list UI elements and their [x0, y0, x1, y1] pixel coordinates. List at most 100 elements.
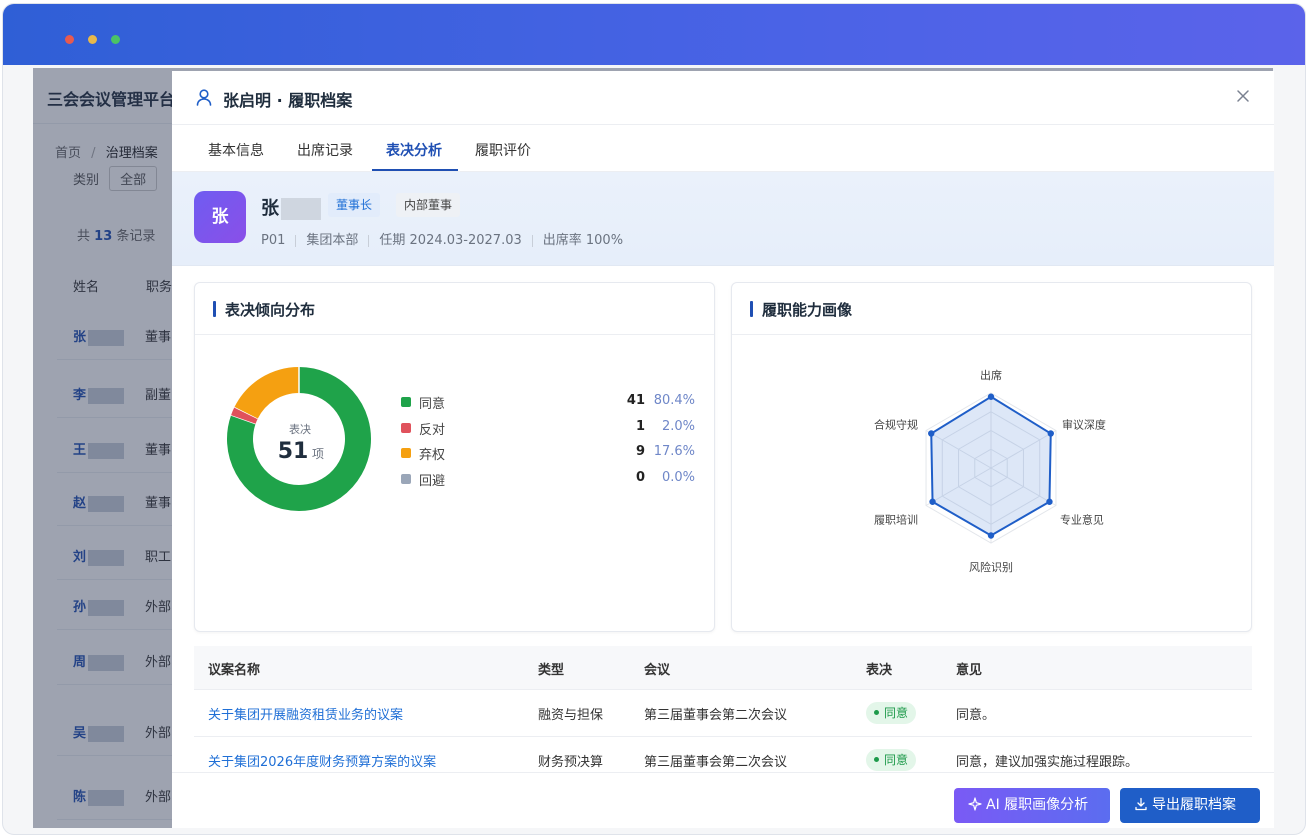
donut-slice-2	[234, 367, 300, 420]
tab-basic-info[interactable]: 基本信息	[208, 140, 264, 160]
director-type-tag: 内部董事	[396, 193, 461, 217]
radar-point-2	[1046, 498, 1053, 505]
profile-name-initial: 张	[261, 198, 279, 219]
sparkle-icon	[968, 797, 982, 811]
legend-label: 回避	[419, 473, 446, 489]
th-meeting: 会议	[644, 663, 671, 678]
motion-link[interactable]: 关于集团2026年度财务预算方案的议案	[208, 751, 436, 770]
legend-swatch	[401, 397, 411, 407]
drawer-footer: AI 履职画像分析 导出履职档案	[172, 772, 1274, 828]
capability-radar-chart: 出席审议深度专业意见风险识别 履职培训 合规守规	[874, 368, 1106, 574]
profile-drawer: 张启明 · 履职档案 基本信息 出席记录 表决分析 履职评价 张 张 董事长 内…	[172, 71, 1274, 828]
radar-axis-label: 审议深度	[1062, 418, 1106, 432]
th-type: 类型	[538, 663, 565, 678]
meta-term: 任期 2024.03-2027.03	[379, 233, 522, 248]
radar-axis-label: 专业意见	[1060, 513, 1104, 527]
legend-item: 同意 41 80.4%	[401, 393, 701, 412]
drawer-header: 张启明 · 履职档案	[172, 71, 1274, 125]
profile-meta: P01 集团本部 任期 2024.03-2027.03 出席率 100%	[261, 229, 623, 248]
motion-meeting: 第三届董事会第二次会议	[644, 755, 788, 770]
meta-org: 集团本部	[306, 233, 359, 248]
legend-swatch	[401, 422, 411, 433]
legend-item: 弃权 9 17.6%	[401, 444, 701, 463]
legend-percent: 2.0%	[661, 418, 695, 434]
legend-swatch	[401, 473, 411, 484]
legend-label: 弃权	[419, 448, 446, 463]
radar-axis-label: 合规守规	[874, 418, 918, 432]
legend-item: 回避 0 0.0%	[401, 469, 701, 489]
legend-percent: 17.6%	[653, 444, 695, 459]
legend-label: 反对	[419, 422, 446, 438]
donut-center-label: 表决	[289, 422, 311, 436]
user-icon	[196, 89, 212, 106]
motion-link[interactable]: 关于集团开展融资租赁业务的议案	[208, 704, 403, 723]
drawer-title: 张启明 · 履职档案	[223, 91, 353, 110]
ai-analysis-button[interactable]: AI 履职画像分析	[954, 788, 1110, 823]
meta-code: P01	[261, 233, 286, 248]
window-titlebar	[3, 4, 1305, 65]
tab-bar: 基本信息 出席记录 表决分析 履职评价	[172, 126, 1274, 172]
table-row: 关于集团开展融资租赁业务的议案 融资与担保 第三届董事会第二次会议 同意 同意。	[194, 690, 1252, 737]
card-title: 表决倾向分布	[225, 301, 316, 319]
profile-name: 张	[261, 194, 321, 220]
card-accent-bar	[750, 301, 753, 317]
role-tag: 董事长	[328, 193, 381, 217]
radar-axis-label: 出席	[980, 368, 1002, 382]
meta-attendance: 出席率 100%	[542, 233, 624, 248]
minimize-window-dot[interactable]	[88, 35, 97, 44]
th-vote: 表决	[866, 663, 893, 678]
motion-opinion: 同意。	[956, 708, 996, 723]
tab-evaluation[interactable]: 履职评价	[475, 140, 531, 160]
export-label: 导出履职档案	[1152, 797, 1236, 813]
vote-badge: 同意	[866, 702, 917, 724]
donut-slice-1	[231, 406, 258, 424]
radar-axis-label: 风险识别	[969, 560, 1013, 574]
ai-analysis-label: AI 履职画像分析	[986, 797, 1089, 813]
legend-percent: 80.4%	[653, 393, 695, 408]
donut-center-total: 51	[278, 439, 309, 464]
motion-type: 财务预决算	[538, 755, 604, 770]
active-tab-indicator	[372, 169, 458, 171]
profile-banner: 张 张 董事长 内部董事 P01 集团本部 任期 2024.03-2027.03 出席…	[172, 172, 1274, 266]
motion-type: 融资与担保	[538, 708, 604, 723]
card-title: 履职能力画像	[762, 301, 853, 319]
radar-point-0	[987, 393, 995, 400]
legend-count: 41	[626, 393, 645, 408]
tab-vote-analysis[interactable]: 表决分析	[386, 140, 442, 160]
vote-badge-label: 同意	[884, 706, 909, 720]
radar-point-5	[928, 430, 935, 437]
avatar: 张	[194, 191, 246, 243]
export-button[interactable]: 导出履职档案	[1120, 788, 1260, 823]
motion-opinion: 同意，建议加强实施过程跟踪。	[956, 755, 1139, 770]
close-icon[interactable]	[1234, 87, 1252, 105]
download-icon	[1135, 797, 1147, 811]
th-motion: 议案名称	[208, 663, 261, 678]
th-opinion: 意见	[956, 663, 983, 678]
legend-count: 0	[635, 469, 645, 485]
donut-center-unit: 项	[312, 447, 324, 461]
legend-percent: 0.0%	[661, 469, 695, 485]
close-window-dot[interactable]	[65, 35, 74, 44]
radar-point-3	[987, 532, 995, 539]
legend-count: 1	[635, 418, 645, 434]
legend-label: 同意	[419, 397, 446, 412]
table-header: 议案名称 类型 会议 表决 意见	[194, 646, 1252, 690]
card-header: 表决倾向分布	[195, 283, 714, 335]
card-accent-bar	[213, 301, 216, 317]
vote-badge: 同意	[866, 749, 917, 771]
capability-radar-card: 履职能力画像 出席审议深度专业意见风险识别 履职培训 合规守规	[731, 282, 1252, 632]
radar-point-4	[929, 498, 936, 505]
legend-item: 反对 1 2.0%	[401, 418, 701, 438]
vote-distribution-card: 表决倾向分布 表决 51 项 同意 41 80.4% 反对 1 2.0% 弃权 9 17.6% 回…	[194, 282, 715, 632]
tab-attendance[interactable]: 出席记录	[297, 140, 353, 160]
maximize-window-dot[interactable]	[111, 35, 120, 44]
vote-donut-chart: 表决 51 项	[227, 367, 371, 511]
radar-point-1	[1047, 430, 1054, 437]
motion-meeting: 第三届董事会第二次会议	[644, 708, 788, 723]
redacted-name	[281, 198, 321, 220]
legend-swatch	[401, 448, 411, 458]
card-header: 履职能力画像	[732, 283, 1251, 335]
legend-count: 9	[635, 444, 645, 459]
vote-badge-label: 同意	[884, 753, 909, 767]
radar-axis-label: 履职培训	[874, 513, 918, 527]
